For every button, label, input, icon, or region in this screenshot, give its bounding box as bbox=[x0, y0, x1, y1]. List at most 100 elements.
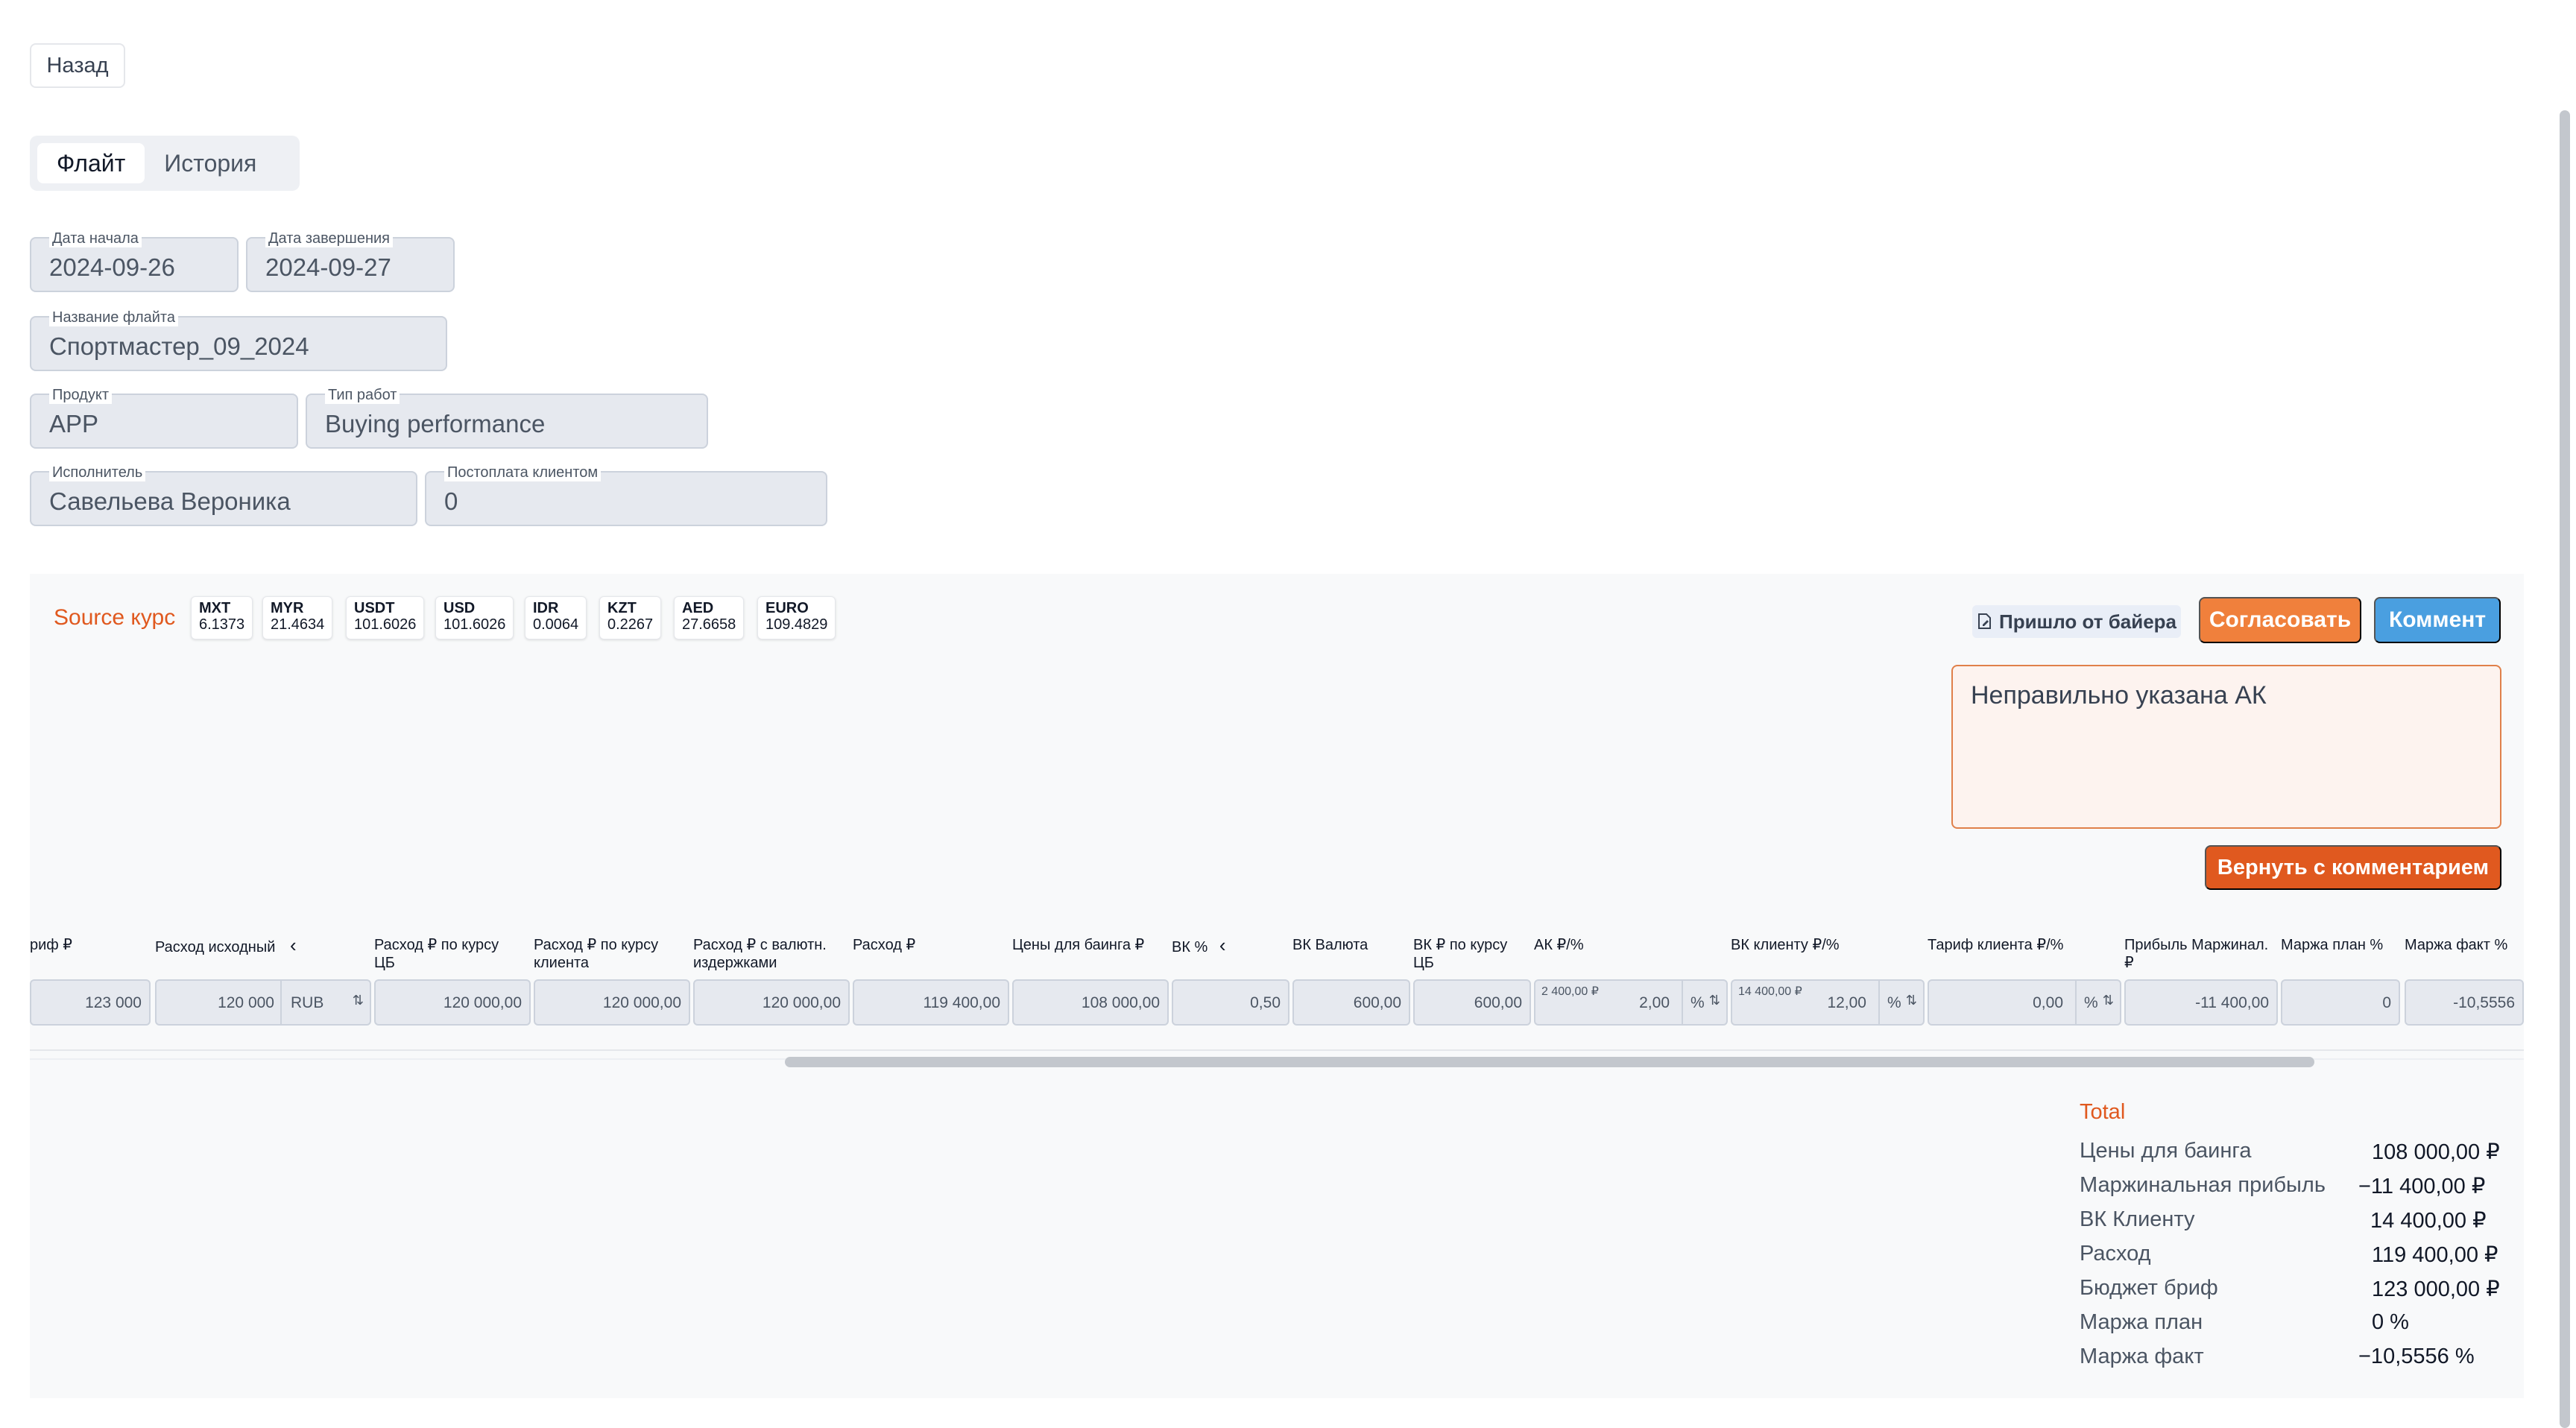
cell-expense[interactable]: 119 400,00 bbox=[853, 979, 1009, 1026]
header-expense-source[interactable]: Расход исходный ‹ bbox=[155, 934, 297, 956]
rate-code: EURO bbox=[765, 600, 809, 616]
unit-select[interactable]: % bbox=[1887, 994, 1901, 1012]
cell-expense-source[interactable]: 120 000 RUB ⇅ bbox=[155, 979, 371, 1026]
from-buyer-label: Пришло от байера bbox=[1999, 610, 2176, 633]
header-vk-client: ВК клиенту ₽/% bbox=[1731, 937, 1840, 953]
horizontal-scrollbar[interactable] bbox=[785, 1057, 2314, 1067]
cell-subvalue: 14 400,00 ₽ bbox=[1738, 985, 1802, 998]
flight-panel: Source курс MXT 6.1373 MYR 21.4634 USDT … bbox=[30, 574, 2524, 1398]
rate-code: USDT bbox=[354, 600, 395, 616]
rate-value: 0.0064 bbox=[533, 616, 579, 633]
cell-buying-price[interactable]: 108 000,00 bbox=[1012, 979, 1169, 1026]
start-date-field[interactable]: Дата начала 2024-09-26 bbox=[30, 230, 239, 292]
header-line: Расход ₽ с валютн. bbox=[693, 937, 827, 953]
approve-button[interactable]: Согласовать bbox=[2199, 597, 2361, 643]
cell-value: -11 400,00 bbox=[2195, 994, 2269, 1011]
header-expense-cb: Расход ₽ по курсу ЦБ bbox=[374, 936, 499, 972]
from-buyer-badge[interactable]: Пришло от байера bbox=[1972, 605, 2181, 638]
cell-value: 2,00 bbox=[1639, 994, 1670, 1011]
total-label: ВК Клиенту bbox=[2080, 1207, 2195, 1231]
source-rate-label: Source курс bbox=[54, 605, 176, 630]
back-button[interactable]: Назад bbox=[30, 43, 125, 88]
end-date-label: Дата завершения bbox=[265, 230, 393, 247]
header-vk-pct[interactable]: ВК % ‹ bbox=[1172, 934, 1226, 956]
total-label: Расход bbox=[2080, 1242, 2151, 1266]
flight-name-value: Спортмастер_09_2024 bbox=[49, 332, 309, 360]
rate-code: IDR bbox=[533, 600, 559, 616]
header-line: Расход ₽ по курсу bbox=[374, 937, 499, 953]
cell-value: 12,00 bbox=[1827, 994, 1866, 1011]
rate-idr: IDR 0.0064 bbox=[525, 596, 587, 639]
currency-select[interactable]: RUB bbox=[291, 994, 323, 1012]
postpay-value: 0 bbox=[444, 487, 458, 515]
total-label: Цены для баинга bbox=[2080, 1139, 2252, 1163]
executor-value: Савельева Вероника bbox=[49, 487, 291, 515]
cell-vk-currency[interactable]: 600,00 bbox=[1292, 979, 1410, 1026]
flight-name-field[interactable]: Название флайта Спортмастер_09_2024 bbox=[30, 309, 447, 371]
comment-button[interactable]: Коммент bbox=[2374, 597, 2501, 643]
header-line: издержками bbox=[693, 955, 777, 971]
cell-vk-pct[interactable]: 0,50 bbox=[1172, 979, 1289, 1026]
cell-expense-costs[interactable]: 120 000,00 bbox=[693, 979, 850, 1026]
header-line: Прибыль Маржинал. bbox=[2124, 937, 2269, 953]
unit-select[interactable]: % bbox=[1690, 994, 1705, 1012]
cell-value: 0,50 bbox=[1250, 994, 1281, 1011]
header-vk-currency: ВК Валюта bbox=[1292, 937, 1368, 953]
cell-value: 600,00 bbox=[1474, 994, 1522, 1011]
header-client-tariff: Тариф клиента ₽/% bbox=[1928, 937, 2064, 953]
end-date-value: 2024-09-27 bbox=[265, 253, 391, 281]
cell-vk-cb[interactable]: 600,00 bbox=[1413, 979, 1531, 1026]
start-date-value: 2024-09-26 bbox=[49, 253, 175, 281]
cell-vk-client[interactable]: 14 400,00 ₽ 12,00 % ⇅ bbox=[1731, 979, 1925, 1026]
cell-ak[interactable]: 2 400,00 ₽ 2,00 % ⇅ bbox=[1534, 979, 1728, 1026]
cell-separator bbox=[280, 981, 282, 1024]
header-expense: Расход ₽ bbox=[853, 937, 916, 953]
executor-label: Исполнитель bbox=[49, 464, 146, 481]
executor-field[interactable]: Исполнитель Савельева Вероника bbox=[30, 464, 417, 526]
total-value: 0 % bbox=[2372, 1310, 2409, 1334]
header-margin-fact: Маржа факт % bbox=[2405, 937, 2508, 953]
cell-client-tariff[interactable]: 0,00 % ⇅ bbox=[1928, 979, 2121, 1026]
chevron-left-icon[interactable]: ‹ bbox=[1219, 934, 1226, 956]
comment-textarea[interactable]: Неправильно указана АК bbox=[1951, 665, 2501, 829]
rate-myr: MYR 21.4634 bbox=[262, 596, 333, 639]
product-value: APP bbox=[49, 410, 99, 437]
work-type-value: Buying performance bbox=[325, 410, 546, 437]
total-label: Маржа факт bbox=[2080, 1345, 2204, 1368]
cell-separator bbox=[1682, 981, 1683, 1024]
cell-margin-fact[interactable]: -10,5556 bbox=[2405, 979, 2524, 1026]
rate-code: MYR bbox=[271, 600, 304, 616]
select-arrows-icon: ⇅ bbox=[1708, 993, 1720, 1008]
tab-flight[interactable]: Флайт bbox=[37, 143, 145, 183]
header-buying-price: Цены для баинга ₽ bbox=[1012, 937, 1145, 953]
cell-expense-client[interactable]: 120 000,00 bbox=[534, 979, 690, 1026]
rate-aed: AED 27.6658 bbox=[674, 596, 745, 639]
vertical-scrollbar[interactable] bbox=[2560, 110, 2570, 1428]
cell-subvalue: 2 400,00 ₽ bbox=[1541, 985, 1599, 998]
rate-kzt: KZT 0.2267 bbox=[599, 596, 662, 639]
tab-history[interactable]: История bbox=[145, 143, 276, 183]
return-with-comment-button[interactable]: Вернуть с комментарием bbox=[2205, 845, 2501, 890]
header-line: ₽ bbox=[2124, 955, 2134, 971]
unit-select[interactable]: % bbox=[2084, 994, 2098, 1012]
cell-value: -10,5556 bbox=[2453, 994, 2515, 1011]
work-type-label: Тип работ bbox=[325, 386, 400, 404]
cell-value: 119 400,00 bbox=[923, 994, 1000, 1011]
cell-margin-plan[interactable]: 0 bbox=[2281, 979, 2400, 1026]
header-line: ЦБ bbox=[1413, 955, 1434, 971]
postpay-field[interactable]: Постоплата клиентом 0 bbox=[425, 464, 827, 526]
document-edit-icon bbox=[1978, 613, 1991, 629]
end-date-field[interactable]: Дата завершения 2024-09-27 bbox=[246, 230, 455, 292]
cell-expense-cb[interactable]: 120 000,00 bbox=[374, 979, 531, 1026]
cell-tariff[interactable]: 123 000 bbox=[30, 979, 151, 1026]
header-margin-plan: Маржа план % bbox=[2281, 937, 2384, 953]
cell-profit[interactable]: -11 400,00 bbox=[2124, 979, 2278, 1026]
chevron-left-icon[interactable]: ‹ bbox=[290, 934, 297, 956]
cell-value: 120 000,00 bbox=[443, 994, 522, 1011]
rate-code: KZT bbox=[607, 600, 637, 616]
total-value: 119 400,00 ₽ bbox=[2372, 1243, 2498, 1267]
product-field[interactable]: Продукт APP bbox=[30, 386, 298, 449]
work-type-field[interactable]: Тип работ Buying performance bbox=[306, 386, 708, 449]
total-value: 108 000,00 ₽ bbox=[2372, 1140, 2500, 1164]
rate-value: 109.4829 bbox=[765, 616, 828, 633]
